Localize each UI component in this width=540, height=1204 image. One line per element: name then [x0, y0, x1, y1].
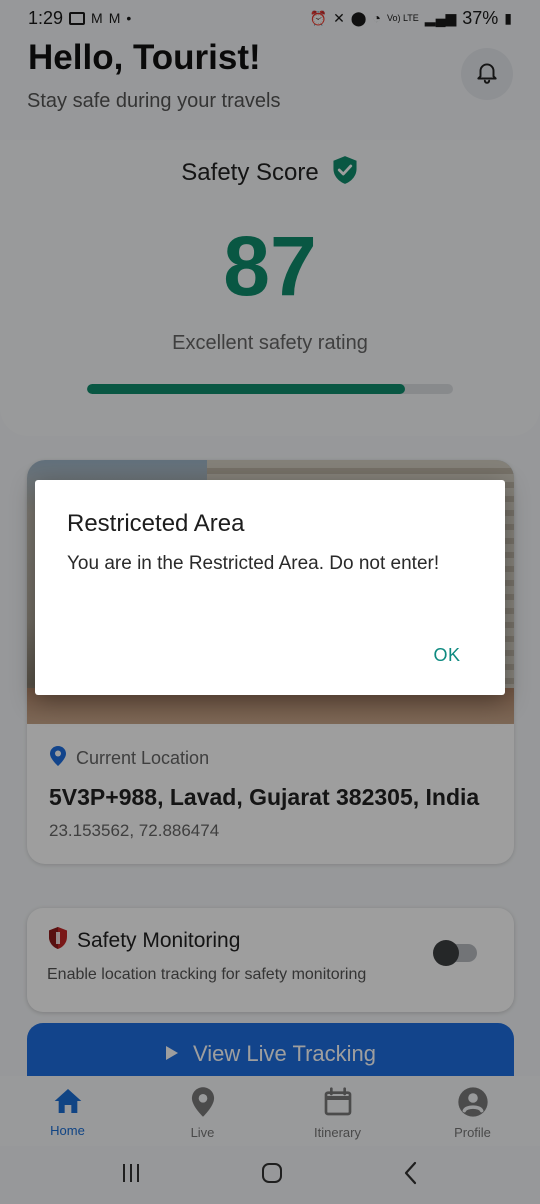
- restricted-area-dialog: Restriceted Area You are in the Restrict…: [35, 480, 505, 695]
- dialog-title: Restriceted Area: [67, 510, 245, 537]
- dialog-ok-button[interactable]: OK: [423, 640, 471, 670]
- dialog-message: You are in the Restricted Area. Do not e…: [67, 553, 440, 574]
